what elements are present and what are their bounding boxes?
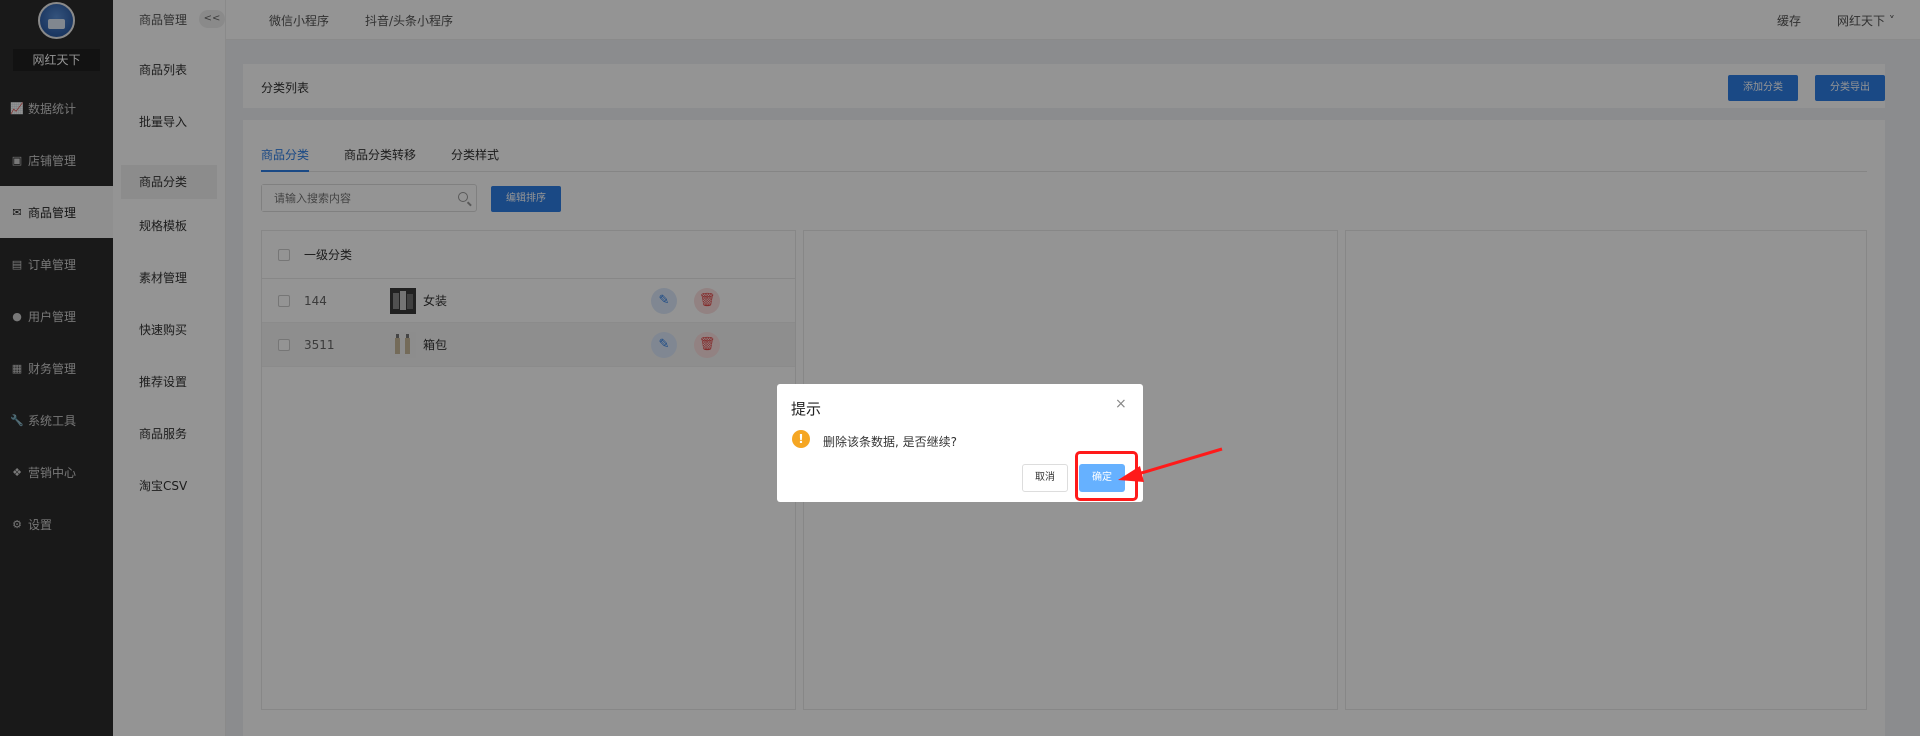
modal-overlay [0,0,1920,736]
pointer-arrow-icon [1118,447,1223,482]
dialog-title: 提示 [791,400,822,418]
warning-icon: ! [792,430,810,448]
dialog-message: 删除该条数据, 是否继续? [823,435,957,449]
cancel-button[interactable]: 取消 [1022,464,1068,492]
close-icon[interactable]: × [1115,396,1127,412]
